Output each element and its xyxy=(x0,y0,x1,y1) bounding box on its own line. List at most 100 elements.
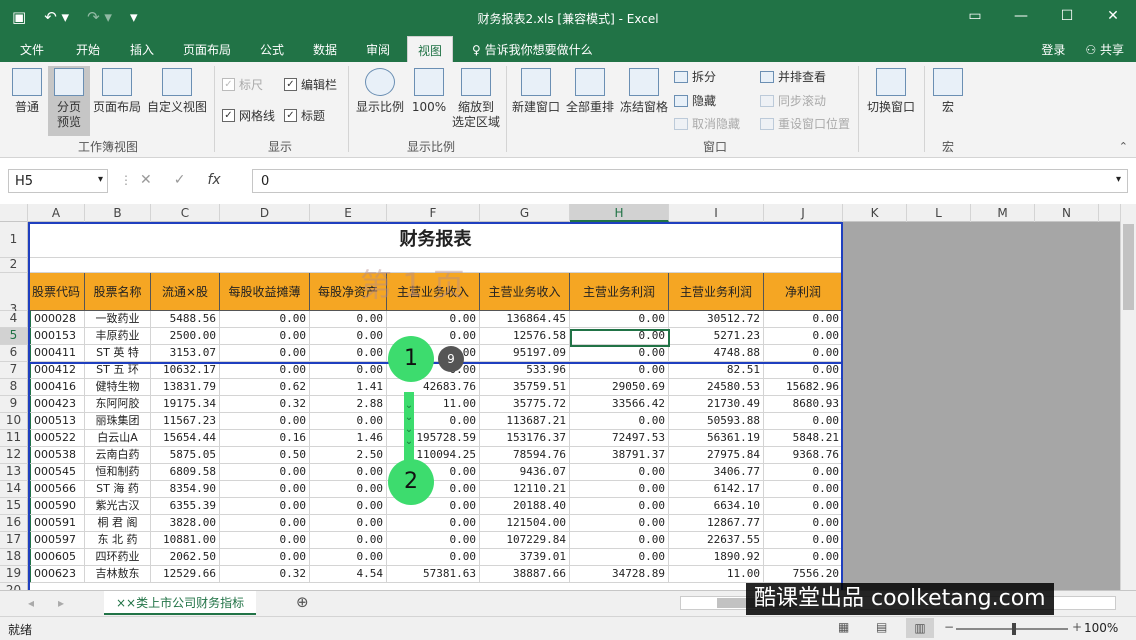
table-cell[interactable]: 000605 xyxy=(28,549,85,566)
sync-scroll-button[interactable]: 同步滚动 xyxy=(760,92,826,109)
next-sheet-icon[interactable]: ▸ xyxy=(58,596,64,610)
row-header[interactable]: 16 xyxy=(0,515,28,532)
table-cell[interactable]: 15682.96 xyxy=(764,379,843,396)
table-cell[interactable]: 恒和制药 xyxy=(85,464,151,481)
tab-formulas[interactable]: 公式 xyxy=(260,41,284,58)
drag-handle-icon[interactable]: ⋮ xyxy=(120,173,132,187)
tab-view[interactable]: 视图 xyxy=(407,36,454,62)
table-cell[interactable]: 000623 xyxy=(28,566,85,583)
table-cell[interactable]: 2.88 xyxy=(310,396,387,413)
table-cell[interactable]: 6355.39 xyxy=(151,498,220,515)
table-cell[interactable]: 0.00 xyxy=(220,413,310,430)
table-cell[interactable]: 38791.37 xyxy=(570,447,669,464)
table-cell[interactable]: 0.00 xyxy=(764,311,843,328)
table-cell[interactable]: 22637.55 xyxy=(669,532,764,549)
table-cell[interactable]: 000538 xyxy=(28,447,85,464)
table-cell[interactable]: 丽珠集团 xyxy=(85,413,151,430)
login-link[interactable]: 登录 xyxy=(1041,41,1065,58)
table-cell[interactable]: 12867.77 xyxy=(669,515,764,532)
table-cell[interactable]: 136864.45 xyxy=(480,311,570,328)
table-cell[interactable]: 3739.01 xyxy=(480,549,570,566)
row-header[interactable]: 17 xyxy=(0,532,28,549)
table-cell[interactable]: 0.00 xyxy=(220,481,310,498)
table-cell[interactable]: 533.96 xyxy=(480,362,570,379)
normal-view-button[interactable]: 普通 xyxy=(8,68,46,115)
table-cell[interactable]: 2062.50 xyxy=(151,549,220,566)
table-cell[interactable]: 0.32 xyxy=(220,566,310,583)
column-header[interactable]: N xyxy=(1035,204,1099,222)
table-cell[interactable]: 30512.72 xyxy=(669,311,764,328)
table-cell[interactable]: 29050.69 xyxy=(570,379,669,396)
table-cell[interactable]: 东阿阿胶 xyxy=(85,396,151,413)
table-cell[interactable]: 0.00 xyxy=(387,413,480,430)
tab-file[interactable]: 文件 xyxy=(20,41,44,58)
table-cell[interactable]: 0.00 xyxy=(387,515,480,532)
table-cell[interactable]: 000028 xyxy=(28,311,85,328)
table-cell[interactable]: 0.00 xyxy=(220,515,310,532)
table-cell[interactable]: 桐 君 阁 xyxy=(85,515,151,532)
column-header[interactable]: E xyxy=(310,204,387,222)
new-window-button[interactable]: 新建窗口 xyxy=(510,68,562,115)
table-cell[interactable]: 0.00 xyxy=(310,328,387,345)
headings-checkbox[interactable]: ✓ 标题 xyxy=(284,107,325,124)
table-cell[interactable]: 000412 xyxy=(28,362,85,379)
table-cell[interactable]: 15654.44 xyxy=(151,430,220,447)
row-header[interactable]: 10 xyxy=(0,413,28,430)
tab-insert[interactable]: 插入 xyxy=(130,41,154,58)
table-cell[interactable]: 0.00 xyxy=(387,549,480,566)
table-cell[interactable]: 0.00 xyxy=(220,464,310,481)
table-cell[interactable]: 0.00 xyxy=(220,345,310,362)
table-cell[interactable]: 113687.21 xyxy=(480,413,570,430)
table-cell[interactable]: 0.00 xyxy=(570,362,669,379)
tell-me-search[interactable]: ♀ 告诉我你想要做什么 xyxy=(472,41,593,58)
table-cell[interactable]: 12576.58 xyxy=(480,328,570,345)
normal-view-icon[interactable]: ▦ xyxy=(838,620,849,634)
table-cell[interactable]: 10881.00 xyxy=(151,532,220,549)
table-cell[interactable]: 195728.59 xyxy=(387,430,480,447)
table-cell[interactable]: 11567.23 xyxy=(151,413,220,430)
table-cell[interactable]: 1890.92 xyxy=(669,549,764,566)
table-cell[interactable]: 8354.90 xyxy=(151,481,220,498)
zoom-to-selection-button[interactable]: 缩放到 选定区域 xyxy=(450,68,502,130)
enter-icon[interactable]: ✓ xyxy=(174,172,186,188)
row-header[interactable]: 7 xyxy=(0,362,28,379)
column-title-cell[interactable]: 每股收益摊薄 xyxy=(220,273,310,311)
vertical-scrollbar[interactable] xyxy=(1120,204,1136,590)
table-cell[interactable]: 0.00 xyxy=(764,498,843,515)
table-cell[interactable]: 6142.17 xyxy=(669,481,764,498)
table-cell[interactable]: 121504.00 xyxy=(480,515,570,532)
table-cell[interactable]: 0.00 xyxy=(764,481,843,498)
add-sheet-icon[interactable]: ⊕ xyxy=(296,593,309,611)
table-cell[interactable]: 0.00 xyxy=(764,515,843,532)
row-header[interactable]: 9 xyxy=(0,396,28,413)
name-box[interactable]: H5 ▾ xyxy=(8,169,108,193)
column-title-cell[interactable]: 股票代码 xyxy=(28,273,85,311)
minimize-button[interactable]: — xyxy=(998,0,1044,32)
tab-review[interactable]: 审阅 xyxy=(366,41,390,58)
page-layout-icon[interactable]: ▤ xyxy=(876,620,887,634)
table-cell[interactable]: 107229.84 xyxy=(480,532,570,549)
table-cell[interactable]: 0.00 xyxy=(570,481,669,498)
table-cell[interactable]: 丰原药业 xyxy=(85,328,151,345)
table-cell[interactable]: 0.00 xyxy=(764,549,843,566)
table-cell[interactable]: 2.50 xyxy=(310,447,387,464)
table-cell[interactable]: 38887.66 xyxy=(480,566,570,583)
table-cell[interactable]: 000566 xyxy=(28,481,85,498)
table-cell[interactable]: 35759.51 xyxy=(480,379,570,396)
column-title-cell[interactable]: 流通×股 xyxy=(151,273,220,311)
zoom-100-button[interactable]: 100% xyxy=(410,68,448,115)
table-cell[interactable]: 3153.07 xyxy=(151,345,220,362)
reset-window-button[interactable]: 重设窗口位置 xyxy=(760,115,850,132)
arrange-all-button[interactable]: 全部重排 xyxy=(564,68,616,115)
table-cell[interactable]: 0.00 xyxy=(387,532,480,549)
table-cell[interactable]: 0.00 xyxy=(570,345,669,362)
table-cell[interactable]: 000522 xyxy=(28,430,85,447)
table-cell[interactable]: 11.00 xyxy=(669,566,764,583)
table-cell[interactable]: 27975.84 xyxy=(669,447,764,464)
zoom-level[interactable]: 100% xyxy=(1084,621,1118,635)
table-cell[interactable]: 0.00 xyxy=(387,311,480,328)
prev-sheet-icon[interactable]: ◂ xyxy=(28,596,34,610)
table-cell[interactable]: 7556.20 xyxy=(764,566,843,583)
table-cell[interactable]: 12110.21 xyxy=(480,481,570,498)
column-title-cell[interactable]: 每股净资产 xyxy=(310,273,387,311)
